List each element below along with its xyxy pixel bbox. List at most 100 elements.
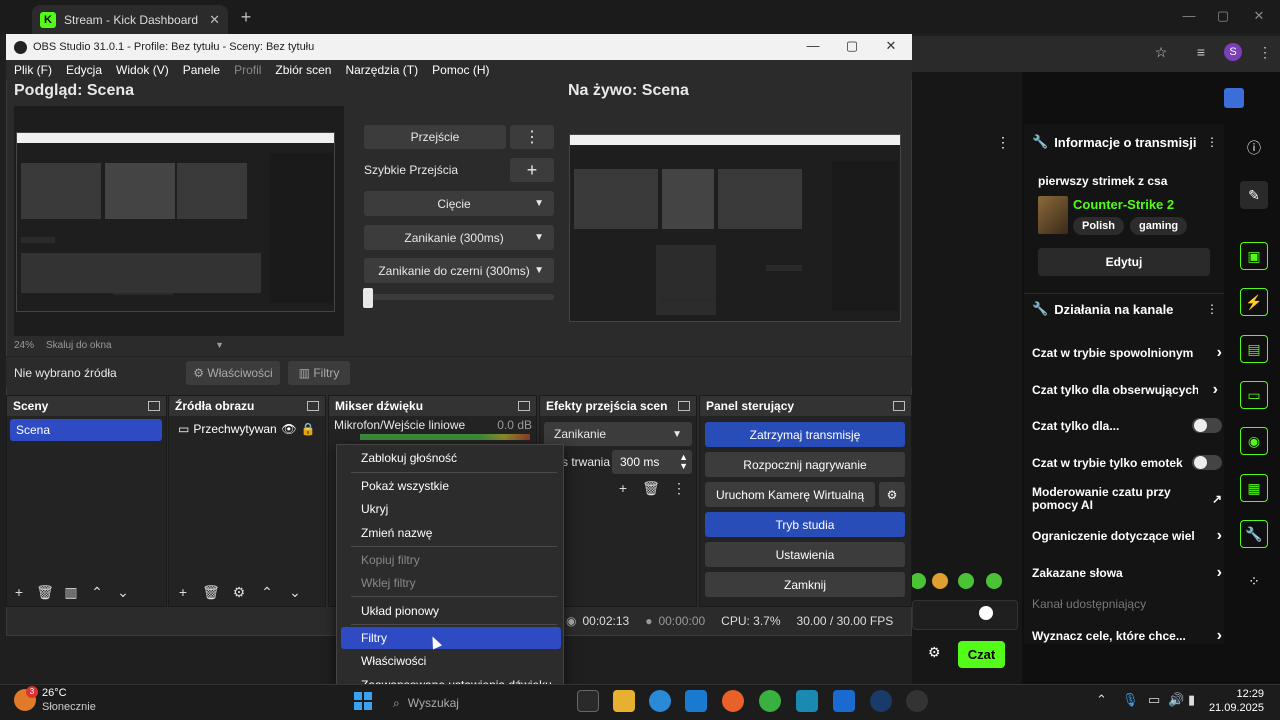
menu-item-show-all[interactable]: Pokaż wszystkie xyxy=(341,475,561,497)
transition-menu-icon[interactable]: ⋮ xyxy=(510,125,554,149)
float-dock-icon[interactable] xyxy=(307,401,319,411)
duration-spinbox[interactable]: 300 ms ▲ ▼ xyxy=(612,450,692,474)
eye-icon[interactable]: 👁 xyxy=(281,422,296,436)
filters-button[interactable]: ▥ Filtry xyxy=(288,361,350,385)
stop-streaming-button[interactable]: Zatrzymaj transmisję xyxy=(705,422,905,447)
obs-maximize-icon[interactable]: ▢ xyxy=(837,38,867,54)
zoom-dropdown-icon[interactable]: ▼ xyxy=(215,340,224,350)
menu-tools[interactable]: Narzędzia (T) xyxy=(345,63,418,77)
action-followers-only[interactable]: Czat tylko dla obserwujących › xyxy=(1032,381,1218,399)
menu-edit[interactable]: Edycja xyxy=(66,63,102,77)
add-icon[interactable]: + xyxy=(174,584,192,601)
arrow-down-icon[interactable]: ⌄ xyxy=(114,584,132,601)
chat-bubble-icon[interactable]: ▭ xyxy=(1240,381,1268,409)
file-explorer-icon[interactable] xyxy=(613,690,635,712)
bookmark-star-icon[interactable]: ☆ xyxy=(1152,44,1170,62)
menu-item-hide[interactable]: Ukryj xyxy=(341,498,561,520)
add-icon[interactable]: + xyxy=(10,584,28,601)
taskbar-search[interactable]: ⌕ Wyszukaj xyxy=(385,691,575,715)
extension-icon[interactable] xyxy=(1224,88,1244,108)
quick-transition-cut[interactable]: Cięcie ▼ xyxy=(364,191,554,216)
menu-item-copy-filters[interactable]: Kopiuj filtry xyxy=(341,549,561,571)
microphone-icon[interactable]: 🎙 xyxy=(1122,692,1139,708)
lightning-icon[interactable]: ⚡ xyxy=(1240,288,1268,316)
wrench-rail-icon[interactable]: 🔧 xyxy=(1240,520,1268,548)
scene-item[interactable]: Scena xyxy=(10,419,162,441)
emote-icon[interactable] xyxy=(910,573,926,589)
menu-item-filters[interactable]: Filtry xyxy=(341,627,561,649)
weather-temp[interactable]: 26°C xyxy=(42,687,67,699)
arrow-down-icon[interactable]: ⌄ xyxy=(286,584,304,601)
shapes-icon[interactable]: ⁘ xyxy=(1240,567,1268,595)
toggle-switch[interactable] xyxy=(1192,455,1222,470)
quick-transition-fade-black[interactable]: Zanikanie do czerni (300ms) ▼ xyxy=(364,258,554,283)
menu-item-lock-volume[interactable]: Zablokuj głośność xyxy=(341,447,561,469)
spin-arrows-icon[interactable]: ▲ ▼ xyxy=(679,453,688,471)
source-item[interactable]: ▭ Przechwytywani 👁 🔒 xyxy=(178,422,322,436)
channel-actions-menu-icon[interactable]: ⋮ xyxy=(1206,302,1218,316)
layout-icon[interactable]: ▦ xyxy=(1240,474,1268,502)
note-icon[interactable]: ▤ xyxy=(1240,335,1268,363)
more-icon[interactable]: ⋮ xyxy=(670,480,688,497)
edit-stream-button[interactable]: Edytuj xyxy=(1038,248,1210,276)
info-icon[interactable]: ⓘ xyxy=(1240,134,1268,162)
browser-tab[interactable]: K Stream - Kick Dashboard ✕ xyxy=(32,5,228,34)
emote-icon[interactable] xyxy=(958,573,974,589)
obs-minimize-icon[interactable]: — xyxy=(798,38,828,53)
camera-icon[interactable]: ▣ xyxy=(1240,242,1268,270)
tray-chevron-icon[interactable]: ⌃ xyxy=(1096,692,1107,708)
broadcast-icon[interactable]: ◉ xyxy=(1240,427,1268,455)
menu-item-paste-filters[interactable]: Wklej filtry xyxy=(341,572,561,594)
tbar-handle[interactable] xyxy=(363,288,373,308)
virtual-camera-button[interactable]: Uruchom Kamerę Wirtualną xyxy=(705,482,875,507)
gear-icon[interactable]: ⚙ xyxy=(230,584,248,601)
settings-button[interactable]: Ustawienia xyxy=(705,542,905,567)
chat-menu-icon[interactable]: ⋮ xyxy=(996,134,1010,151)
float-dock-icon[interactable] xyxy=(678,401,690,411)
obs-close-icon[interactable]: ✕ xyxy=(876,38,906,54)
firefox-icon[interactable] xyxy=(722,690,744,712)
clock-time[interactable]: 12:29 xyxy=(1212,688,1264,700)
quick-transition-fade[interactable]: Zanikanie (300ms) ▼ xyxy=(364,225,554,250)
menu-help[interactable]: Pomoc (H) xyxy=(432,63,489,77)
game-name[interactable]: Counter-Strike 2 xyxy=(1073,197,1174,212)
float-dock-icon[interactable] xyxy=(518,401,530,411)
trash-icon[interactable]: 🗑 xyxy=(36,584,54,601)
chat-settings-icon[interactable]: ⚙ xyxy=(928,644,941,661)
preview-screen[interactable] xyxy=(16,132,335,312)
volume-icon[interactable]: 🔊 xyxy=(1168,692,1184,708)
menu-scene-collection[interactable]: Zbiór scen xyxy=(275,63,331,77)
zoom-mode[interactable]: Skaluj do okna xyxy=(46,340,112,351)
menu-item-rename[interactable]: Zmień nazwę xyxy=(341,522,561,544)
app-icon[interactable] xyxy=(796,690,818,712)
outlook-icon[interactable] xyxy=(833,690,855,712)
transition-select[interactable]: Zanikanie ▼ xyxy=(544,422,692,446)
virtual-camera-settings-icon[interactable]: ⚙ xyxy=(879,482,905,507)
steam-icon[interactable] xyxy=(870,690,892,712)
chrome-icon[interactable] xyxy=(759,690,781,712)
browser-menu-icon[interactable]: ⋮ xyxy=(1256,44,1274,62)
trash-icon[interactable]: 🗑 xyxy=(642,480,660,497)
float-dock-icon[interactable] xyxy=(148,401,160,411)
close-window-icon[interactable]: ✕ xyxy=(1246,8,1272,26)
new-tab-button[interactable]: + xyxy=(236,7,256,27)
chat-input[interactable] xyxy=(912,600,1018,630)
obs-taskbar-icon[interactable] xyxy=(906,690,928,712)
emote-icon[interactable] xyxy=(932,573,948,589)
windows-start-icon[interactable] xyxy=(354,692,372,710)
menu-docks[interactable]: Panele xyxy=(183,63,220,77)
filter-icon[interactable]: ▥ xyxy=(62,584,80,601)
action-banned-words[interactable]: Zakazane słowa › xyxy=(1032,564,1222,582)
exit-button[interactable]: Zamknij xyxy=(705,572,905,597)
arrow-up-icon[interactable]: ⌃ xyxy=(88,584,106,601)
menu-profile[interactable]: Profil xyxy=(234,63,261,77)
properties-button[interactable]: ⚙ Właściwości xyxy=(186,361,280,385)
maximize-icon[interactable]: ▢ xyxy=(1210,8,1236,26)
transition-button[interactable]: Przejście xyxy=(364,125,506,149)
add-quick-transition-button[interactable]: + xyxy=(510,158,554,182)
float-dock-icon[interactable] xyxy=(893,401,905,411)
weather-condition[interactable]: Słonecznie xyxy=(42,701,96,713)
action-slow-mode[interactable]: Czat w trybie spowolnionym › xyxy=(1032,344,1222,362)
start-recording-button[interactable]: Rozpocznij nagrywanie xyxy=(705,452,905,477)
trash-icon[interactable]: 🗑 xyxy=(202,584,220,601)
